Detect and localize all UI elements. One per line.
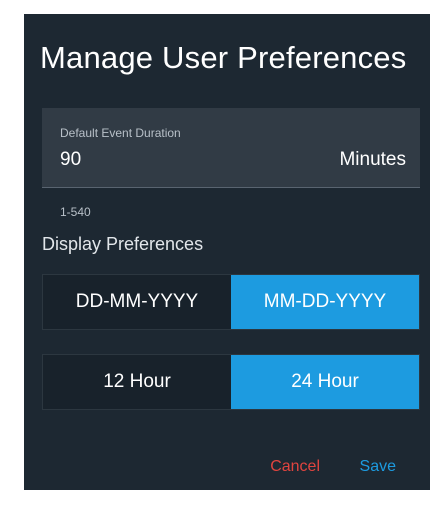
duration-value[interactable]: 90 (60, 149, 81, 171)
time-format-12-hour-option[interactable]: 12 Hour (43, 355, 231, 409)
duration-unit: Minutes (339, 149, 406, 170)
date-format-dd-mm-yyyy-option[interactable]: DD-MM-YYYY (43, 275, 231, 329)
preferences-dialog: Manage User Preferences Default Event Du… (24, 14, 430, 490)
duration-label: Default Event Duration (60, 126, 181, 140)
duration-range-hint: 1-540 (60, 205, 91, 219)
date-format-mm-dd-yyyy-option[interactable]: MM-DD-YYYY (231, 275, 419, 329)
default-event-duration-field[interactable]: Default Event Duration 90 Minutes (42, 108, 420, 188)
time-format-24-hour-option[interactable]: 24 Hour (231, 355, 419, 409)
dialog-title: Manage User Preferences (40, 40, 407, 75)
display-preferences-label: Display Preferences (42, 234, 204, 254)
cancel-button[interactable]: Cancel (270, 458, 320, 476)
time-format-toggle: 12 Hour 24 Hour (42, 354, 420, 410)
dialog-actions: Cancel Save (24, 458, 430, 482)
save-button[interactable]: Save (360, 458, 396, 476)
date-format-toggle: DD-MM-YYYY MM-DD-YYYY (42, 274, 420, 330)
